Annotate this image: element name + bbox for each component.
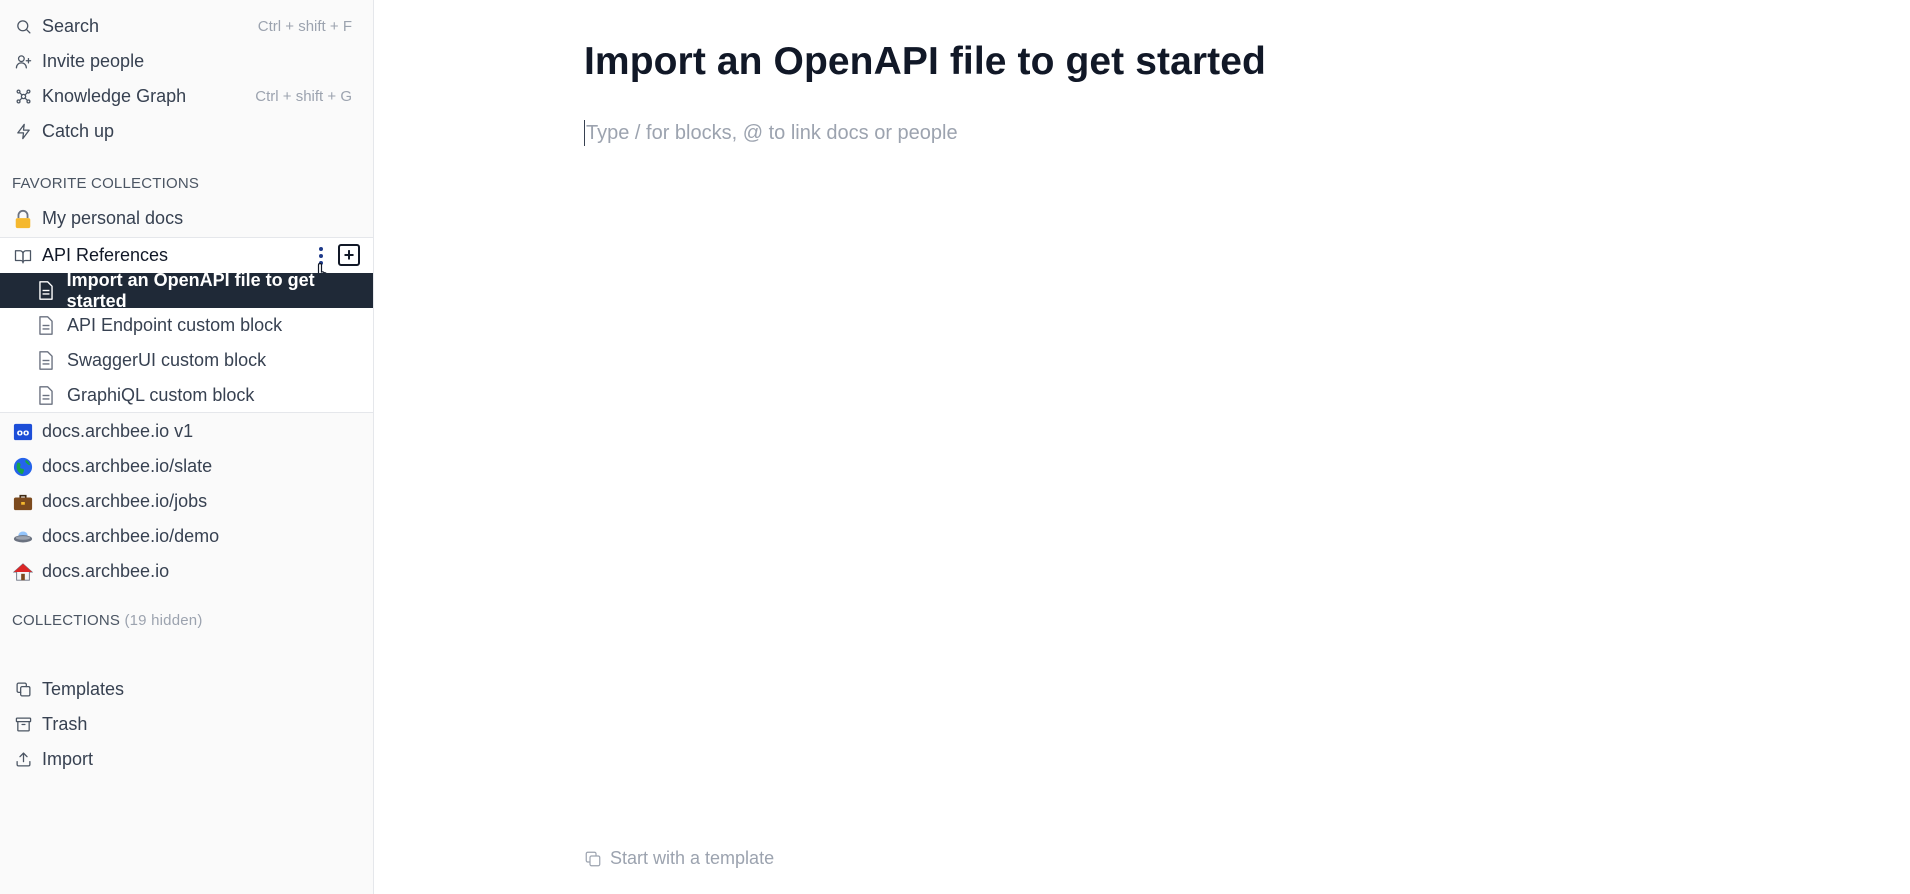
ufo-emoji-icon: [12, 526, 34, 548]
sidebar-item-knowledge-graph[interactable]: Knowledge Graph Ctrl + shift + G: [0, 79, 374, 114]
svg-text:oo: oo: [17, 428, 29, 438]
collection-label: docs.archbee.io/slate: [42, 456, 213, 476]
collection-my-personal-docs[interactable]: My personal docs: [0, 201, 373, 236]
user-plus-icon: [12, 51, 34, 73]
open-book-icon: [12, 245, 34, 267]
page-title[interactable]: Import an OpenAPI file to get started: [584, 40, 1266, 84]
collection-docs-jobs[interactable]: docs.archbee.io/jobs: [0, 484, 373, 519]
globe-emoji-icon: [12, 456, 34, 478]
lightning-icon: [12, 121, 34, 143]
editor-body-input[interactable]: Type / for blocks, @ to link docs or peo…: [584, 120, 958, 146]
sidebar-item-catch-up[interactable]: Catch up: [0, 114, 374, 149]
collection-label: docs.archbee.io/demo: [42, 526, 220, 546]
sidebar-item-label: Trash: [42, 714, 88, 734]
collection-docs-v1[interactable]: oo docs.archbee.io v1: [0, 414, 373, 449]
sidebar: Search Ctrl + shift + F Invite people Kn…: [0, 0, 374, 894]
sidebar-item-import[interactable]: Import: [0, 742, 374, 777]
sidebar-item-label: Invite people: [42, 51, 145, 71]
collection-docs-demo[interactable]: docs.archbee.io/demo: [0, 519, 373, 554]
collection-label: API References: [42, 245, 169, 265]
collection-api-references: API References + Import an OpenAPI file …: [0, 237, 373, 413]
template-link-label: Start with a template: [610, 848, 775, 868]
archive-icon: [12, 714, 34, 736]
collection-docs-slate[interactable]: docs.archbee.io/slate: [0, 449, 373, 484]
collection-label: docs.archbee.io/jobs: [42, 491, 208, 511]
doc-item-api-endpoint[interactable]: API Endpoint custom block: [0, 308, 373, 343]
lock-emoji-icon: [12, 208, 34, 230]
sidebar-item-invite-people[interactable]: Invite people: [0, 44, 374, 79]
document-icon: [36, 315, 56, 337]
doc-item-import-openapi[interactable]: Import an OpenAPI file to get started: [0, 270, 373, 311]
copy-icon: [585, 851, 601, 866]
sidebar-item-label: Import: [42, 749, 94, 769]
sidebar-item-templates[interactable]: Templates: [0, 672, 374, 707]
sidebar-item-label: Templates: [42, 679, 125, 699]
doc-label: Import an OpenAPI file to get started: [66, 269, 315, 311]
collections-section-label[interactable]: COLLECTIONS (19 hidden): [12, 612, 203, 629]
sidebar-item-label: Search: [42, 16, 100, 36]
document-icon: [36, 350, 56, 372]
doc-label: API Endpoint custom block: [67, 315, 283, 335]
copy-icon: [12, 679, 34, 701]
upload-icon: [12, 749, 34, 771]
sidebar-item-label: Knowledge Graph: [42, 86, 187, 106]
shortcut-hint: Ctrl + shift + F: [257, 18, 352, 35]
document-icon: [36, 280, 56, 302]
briefcase-emoji-icon: [12, 491, 34, 513]
doc-item-swaggerui[interactable]: SwaggerUI custom block: [0, 343, 373, 378]
collection-label: docs.archbee.io: [42, 561, 170, 581]
doc-label: SwaggerUI custom block: [67, 350, 267, 370]
collections-hidden-count: (19 hidden): [124, 612, 203, 629]
sidebar-item-label: Catch up: [42, 121, 115, 141]
collections-label-text: COLLECTIONS: [12, 612, 121, 629]
document-icon: [36, 385, 56, 407]
collection-docs-main[interactable]: docs.archbee.io: [0, 554, 373, 589]
start-with-template-button[interactable]: Start with a template: [584, 848, 774, 869]
graph-icon: [12, 86, 34, 108]
search-icon: [12, 16, 34, 38]
doc-label: GraphiQL custom block: [67, 385, 255, 405]
collection-label: docs.archbee.io v1: [42, 421, 194, 441]
favorites-section-label: FAVORITE COLLECTIONS: [12, 175, 200, 192]
shortcut-hint: Ctrl + shift + G: [255, 88, 352, 105]
sidebar-item-search[interactable]: Search Ctrl + shift + F: [0, 9, 374, 44]
sidebar-item-trash[interactable]: Trash: [0, 707, 374, 742]
add-document-button[interactable]: +: [338, 244, 360, 266]
collection-label: My personal docs: [42, 208, 184, 228]
doc-item-graphiql[interactable]: GraphiQL custom block: [0, 378, 373, 413]
ooo-emoji-icon: oo: [12, 421, 34, 443]
house-emoji-icon: [12, 561, 34, 583]
